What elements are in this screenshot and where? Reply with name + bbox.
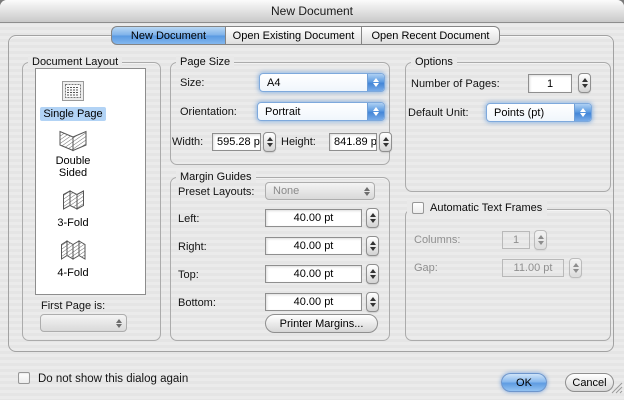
layout-item-4-fold[interactable]: 4-Fold — [37, 239, 109, 281]
gap-stepper — [569, 258, 582, 278]
margin-right-input[interactable]: 40.00 pt — [265, 237, 362, 255]
size-value: A4 — [267, 76, 281, 89]
text-frames-header: Automatic Text Frames — [407, 200, 548, 216]
width-stepper[interactable] — [263, 132, 276, 152]
margin-top-value: 40.00 pt — [293, 268, 334, 280]
popup-arrows-icon — [111, 318, 126, 328]
tab-bar: New Document Open Existing Document Open… — [111, 26, 500, 45]
preset-layouts-label: Preset Layouts: — [178, 186, 255, 198]
tab-open-existing-document[interactable]: Open Existing Document — [226, 26, 362, 45]
margin-bottom-value: 40.00 pt — [293, 296, 334, 308]
height-value: 841.89 pt — [334, 136, 377, 148]
margin-right-stepper[interactable] — [366, 236, 379, 256]
popup-arrows-icon — [367, 103, 384, 120]
gap-value: 11.00 pt — [513, 262, 553, 274]
tab-label: Open Existing Document — [232, 29, 355, 42]
tab-new-document[interactable]: New Document — [111, 26, 226, 45]
automatic-text-frames-checkbox[interactable] — [412, 202, 424, 214]
columns-stepper — [534, 230, 547, 250]
height-label: Height: — [281, 136, 316, 148]
four-fold-icon — [37, 239, 109, 261]
first-page-select[interactable] — [40, 314, 127, 332]
columns-input: 1 — [502, 231, 530, 249]
layout-list: Single Page Double Sided 3-Fold 4-Fold — [35, 68, 146, 295]
columns-value: 1 — [512, 234, 520, 246]
ok-label: OK — [516, 376, 532, 389]
margin-right-label: Right: — [178, 241, 207, 253]
gap-label: Gap: — [414, 262, 438, 274]
orientation-select[interactable]: Portrait — [257, 102, 385, 121]
margin-guides-title: Margin Guides — [176, 171, 256, 183]
margin-top-input[interactable]: 40.00 pt — [265, 265, 362, 283]
margin-bottom-stepper[interactable] — [366, 292, 379, 312]
page-size-title: Page Size — [176, 56, 235, 68]
margin-left-input[interactable]: 40.00 pt — [265, 209, 362, 227]
margin-top-stepper[interactable] — [366, 264, 379, 284]
gap-input: 11.00 pt — [502, 259, 564, 277]
margin-left-value: 40.00 pt — [293, 212, 334, 224]
size-select[interactable]: A4 — [259, 73, 385, 92]
cancel-button[interactable]: Cancel — [565, 373, 614, 392]
window-title: New Document — [270, 4, 354, 18]
tab-open-recent-document[interactable]: Open Recent Document — [362, 26, 500, 45]
options-title: Options — [411, 56, 457, 68]
dont-show-again-label: Do not show this dialog again — [38, 373, 189, 385]
three-fold-icon — [37, 189, 109, 211]
width-input[interactable]: 595.28 pt — [212, 133, 261, 151]
preset-layouts-value: None — [273, 185, 300, 197]
default-unit-value: Points (pt) — [494, 106, 545, 119]
margin-bottom-label: Bottom: — [178, 297, 216, 309]
width-value: 595.28 pt — [217, 136, 261, 148]
height-input[interactable]: 841.89 pt — [329, 133, 377, 151]
cancel-label: Cancel — [572, 376, 607, 389]
printer-margins-button[interactable]: Printer Margins... — [265, 314, 378, 333]
margin-bottom-input[interactable]: 40.00 pt — [265, 293, 362, 311]
layout-item-label: 3-Fold — [57, 217, 89, 229]
first-page-label: First Page is: — [41, 300, 106, 312]
ok-button[interactable]: OK — [501, 373, 547, 392]
layout-item-double-sided[interactable]: Double Sided — [37, 130, 109, 181]
preset-layouts-select[interactable]: None — [265, 182, 375, 200]
default-unit-select[interactable]: Points (pt) — [486, 103, 592, 122]
orientation-value: Portrait — [265, 105, 301, 118]
popup-arrows-icon — [367, 74, 384, 91]
layout-item-single-page[interactable]: Single Page — [37, 80, 109, 122]
popup-arrows-icon — [574, 104, 591, 121]
layout-item-label: 4-Fold — [57, 267, 89, 279]
text-frames-title: Automatic Text Frames — [430, 202, 543, 214]
printer-margins-label: Printer Margins... — [279, 317, 364, 330]
tab-label: Open Recent Document — [371, 29, 490, 42]
number-of-pages-value: 1 — [546, 77, 554, 90]
margin-top-label: Top: — [178, 269, 199, 281]
number-of-pages-label: Number of Pages: — [411, 78, 500, 90]
orientation-label: Orientation: — [180, 106, 237, 118]
columns-label: Columns: — [414, 234, 461, 246]
size-label: Size: — [180, 77, 205, 89]
default-unit-label: Default Unit: — [408, 107, 469, 119]
width-label: Width: — [172, 136, 204, 148]
number-of-pages-input[interactable]: 1 — [528, 74, 572, 93]
title-bar[interactable]: New Document — [0, 0, 624, 23]
margin-left-label: Left: — [178, 213, 200, 225]
double-sided-icon — [37, 130, 109, 152]
single-page-icon — [37, 80, 109, 102]
number-of-pages-stepper[interactable] — [578, 73, 591, 93]
layout-item-label: Double Sided — [55, 155, 91, 179]
new-document-dialog: New Document New Document Open Existing … — [0, 0, 624, 400]
resize-grip[interactable] — [610, 381, 623, 399]
layout-item-label: Single Page — [40, 107, 106, 121]
dont-show-again-checkbox[interactable] — [18, 372, 30, 384]
tab-label: New Document — [130, 29, 207, 42]
layout-item-3-fold[interactable]: 3-Fold — [37, 189, 109, 231]
document-layout-title: Document Layout — [28, 56, 123, 68]
popup-arrows-icon — [359, 186, 374, 196]
margin-right-value: 40.00 pt — [293, 240, 334, 252]
margin-left-stepper[interactable] — [366, 208, 379, 228]
height-stepper[interactable] — [379, 132, 392, 152]
